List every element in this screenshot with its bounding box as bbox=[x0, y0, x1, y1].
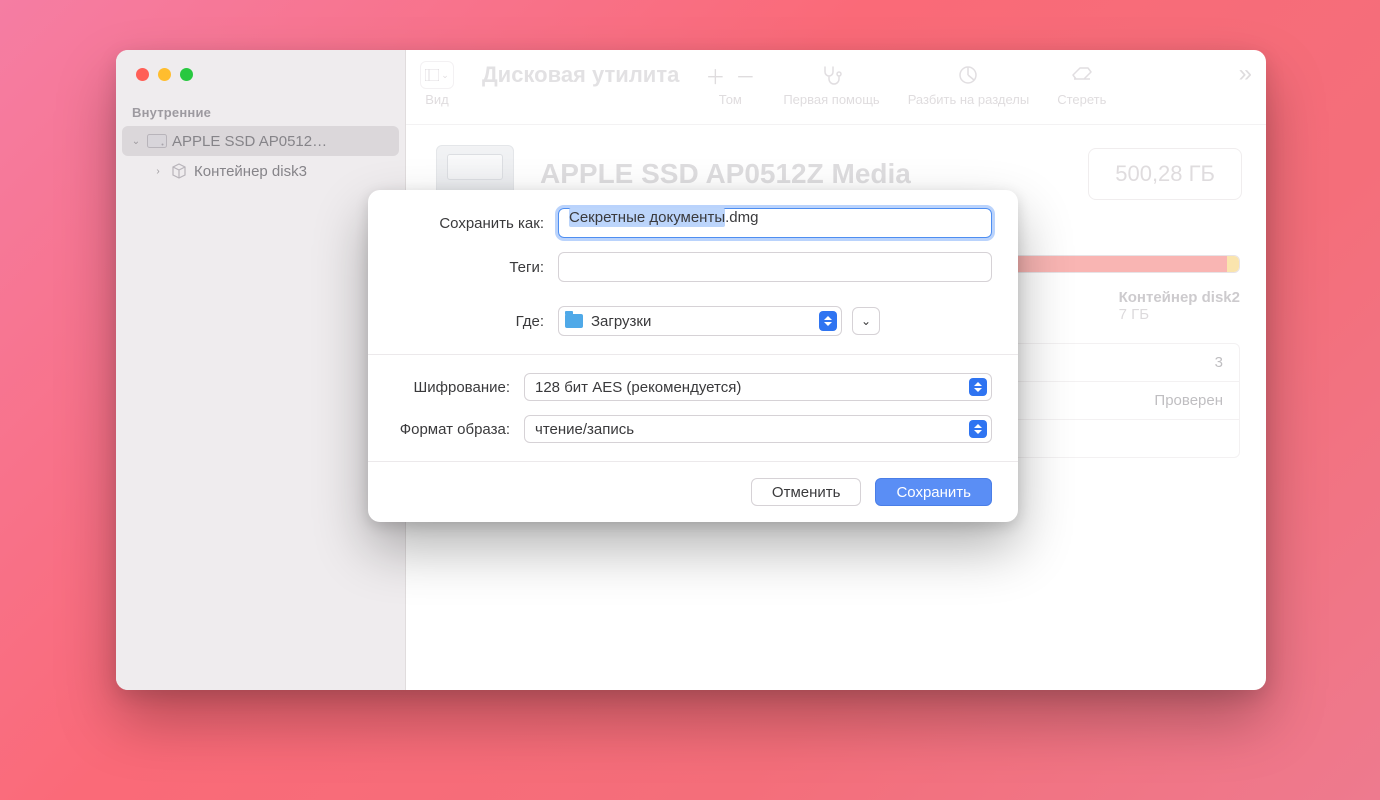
maximize-icon[interactable] bbox=[180, 68, 193, 81]
chevron-right-icon[interactable]: › bbox=[152, 166, 164, 177]
close-icon[interactable] bbox=[136, 68, 149, 81]
cancel-button[interactable]: Отменить bbox=[751, 478, 862, 506]
window-controls bbox=[116, 64, 405, 99]
field-label: Формат образа: bbox=[394, 421, 524, 438]
sidebar-section-label: Внутренние bbox=[116, 99, 405, 126]
sheet-buttons: Отменить Сохранить bbox=[368, 461, 1018, 522]
row-save-as: Сохранить как: Секретные документы.dmg bbox=[394, 208, 992, 238]
row-encryption: Шифрование: 128 бит AES (рекомендуется) bbox=[394, 373, 992, 401]
field-label: Теги: bbox=[394, 259, 558, 276]
chevron-down-icon: ⌄ bbox=[861, 314, 871, 328]
sidebar-item-label: APPLE SSD AP0512… bbox=[172, 133, 391, 150]
combo-stepper-icon[interactable] bbox=[969, 378, 987, 396]
select-value: чтение/запись bbox=[535, 421, 634, 438]
row-format: Формат образа: чтение/запись bbox=[394, 415, 992, 443]
minimize-icon[interactable] bbox=[158, 68, 171, 81]
filename-selection: Секретные документы bbox=[569, 208, 725, 227]
expand-browser-button[interactable]: ⌄ bbox=[852, 307, 880, 335]
tags-input[interactable] bbox=[558, 252, 992, 282]
field-label: Сохранить как: bbox=[394, 215, 558, 232]
combo-stepper-icon[interactable] bbox=[819, 311, 837, 331]
save-sheet: Сохранить как: Секретные документы.dmg Т… bbox=[368, 190, 1018, 522]
encryption-select[interactable]: 128 бит AES (рекомендуется) bbox=[524, 373, 992, 401]
format-select[interactable]: чтение/запись bbox=[524, 415, 992, 443]
filename-suffix: .dmg bbox=[725, 209, 758, 226]
sidebar: Внутренние ⌄ APPLE SSD AP0512… › Контейн… bbox=[116, 50, 406, 690]
hdd-icon bbox=[146, 133, 168, 149]
sidebar-item-apple-ssd[interactable]: ⌄ APPLE SSD AP0512… bbox=[122, 126, 399, 156]
field-label: Шифрование: bbox=[394, 379, 524, 396]
row-where: Где: Загрузки ⌄ bbox=[394, 306, 992, 336]
select-value: 128 бит AES (рекомендуется) bbox=[535, 379, 741, 396]
field-label: Где: bbox=[394, 313, 558, 330]
save-as-input[interactable]: Секретные документы.dmg bbox=[558, 208, 992, 238]
save-button[interactable]: Сохранить bbox=[875, 478, 992, 506]
cube-icon bbox=[168, 163, 190, 179]
folder-icon bbox=[565, 314, 583, 328]
chevron-down-icon[interactable]: ⌄ bbox=[130, 136, 142, 147]
sidebar-item-label: Контейнер disk3 bbox=[194, 163, 391, 180]
combo-stepper-icon[interactable] bbox=[969, 420, 987, 438]
row-tags: Теги: bbox=[394, 252, 992, 282]
sidebar-item-container-disk3[interactable]: › Контейнер disk3 bbox=[122, 156, 399, 186]
where-value: Загрузки bbox=[591, 313, 651, 330]
where-combo[interactable]: Загрузки bbox=[558, 306, 842, 336]
